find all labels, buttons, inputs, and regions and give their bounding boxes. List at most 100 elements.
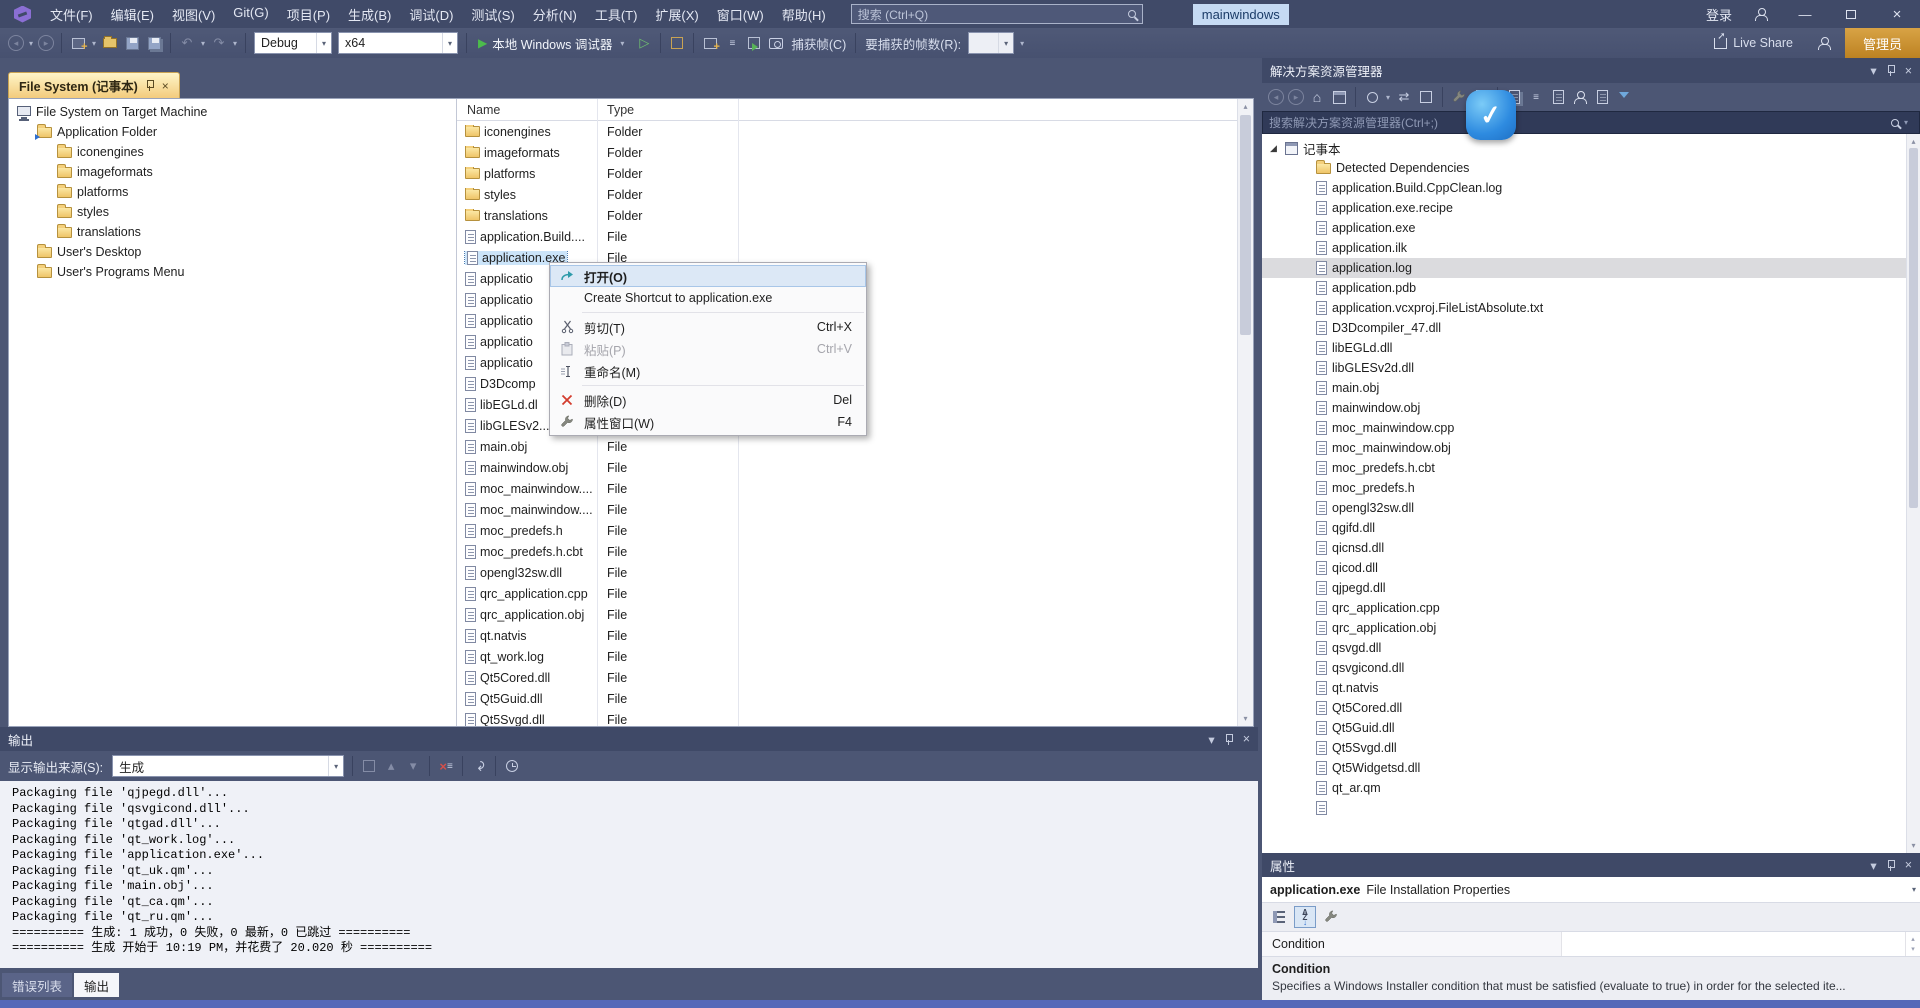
build-selection-button[interactable] xyxy=(743,32,765,54)
fs-tree-item[interactable]: platforms xyxy=(9,182,456,202)
menu-item-2[interactable]: 编辑(E) xyxy=(102,0,163,29)
search-options-dropdown[interactable] xyxy=(1899,118,1913,127)
context-menu-item[interactable]: 剪切(T)Ctrl+X xyxy=(550,316,866,338)
solution-tree-item[interactable]: libEGLd.dll xyxy=(1262,338,1920,358)
capture-frame-label[interactable]: 捕获帧(C) xyxy=(787,34,850,53)
start-debugging-button[interactable]: ▶ 本地 Windows 调试器 xyxy=(472,31,633,55)
navigate-back-dropdown[interactable] xyxy=(26,39,36,48)
scroll-down-icon[interactable] xyxy=(1238,711,1253,726)
solution-tree-item[interactable]: application.Build.CppClean.log xyxy=(1262,178,1920,198)
file-list-row[interactable]: imageformatsFolder xyxy=(457,142,1237,163)
file-list-row[interactable]: Qt5Cored.dllFile xyxy=(457,667,1237,688)
property-grid-scrollbar[interactable] xyxy=(1905,932,1920,956)
fs-tree-item[interactable]: translations xyxy=(9,222,456,242)
property-value-condition[interactable] xyxy=(1562,932,1905,956)
file-list-row[interactable]: opengl32sw.dllFile xyxy=(457,562,1237,583)
fs-tree-item[interactable]: iconengines xyxy=(9,142,456,162)
close-icon[interactable] xyxy=(1905,858,1912,872)
quick-search-box[interactable]: 搜索 (Ctrl+Q) xyxy=(851,4,1143,24)
properties-object-combo[interactable]: application.exe File Installation Proper… xyxy=(1262,877,1920,903)
pin-icon[interactable] xyxy=(146,80,154,91)
property-row-condition[interactable]: Condition xyxy=(1262,932,1562,956)
solution-tree-item[interactable] xyxy=(1262,798,1920,818)
menu-item-7[interactable]: 调试(D) xyxy=(400,0,462,29)
menu-item-13[interactable]: 帮助(H) xyxy=(773,0,835,29)
fs-tree-item[interactable]: User's Desktop xyxy=(9,242,456,262)
list-view-button[interactable] xyxy=(721,32,743,54)
fs-tree-item[interactable]: Application Folder xyxy=(9,122,456,142)
solution-tree-item[interactable]: qrc_application.cpp xyxy=(1262,598,1920,618)
scroll-thumb[interactable] xyxy=(1240,115,1251,335)
pin-icon[interactable] xyxy=(1887,860,1895,871)
menu-item-3[interactable]: 视图(V) xyxy=(163,0,224,29)
back-button[interactable] xyxy=(1268,89,1284,105)
add-item-button[interactable] xyxy=(1547,86,1569,108)
view-code-button[interactable] xyxy=(1525,86,1547,108)
next-message-button[interactable] xyxy=(402,755,424,777)
scroll-up-icon[interactable] xyxy=(1907,134,1920,149)
solution-tree-item[interactable]: Qt5Cored.dll xyxy=(1262,698,1920,718)
solution-tree-item[interactable]: qjpegd.dll xyxy=(1262,578,1920,598)
solution-tree-item[interactable]: mainwindow.obj xyxy=(1262,398,1920,418)
context-menu-item[interactable]: 属性窗口(W)F4 xyxy=(550,411,866,433)
file-list-row[interactable]: translationsFolder xyxy=(457,205,1237,226)
file-list-row[interactable]: stylesFolder xyxy=(457,184,1237,205)
file-list-scrollbar[interactable] xyxy=(1237,99,1253,726)
home-button[interactable] xyxy=(1306,86,1328,108)
tab-file-system[interactable]: File System (记事本) xyxy=(8,72,180,98)
toolbar-overflow-button[interactable] xyxy=(1017,39,1027,48)
previous-message-button[interactable] xyxy=(380,755,402,777)
switch-views-button[interactable] xyxy=(1328,86,1350,108)
solution-tree-item[interactable]: qsvgd.dll xyxy=(1262,638,1920,658)
start-without-debugging-button[interactable]: ▷ xyxy=(633,32,655,54)
sign-in-button[interactable]: 登录 xyxy=(1698,5,1740,24)
file-list-row[interactable]: qt_work.logFile xyxy=(457,646,1237,667)
close-icon[interactable] xyxy=(1905,64,1912,78)
solution-tree-item[interactable]: D3Dcompiler_47.dll xyxy=(1262,318,1920,338)
solution-tree-item[interactable]: libGLESv2d.dll xyxy=(1262,358,1920,378)
solution-configuration-combo[interactable]: Debug xyxy=(254,32,332,54)
file-list-row[interactable]: application.Build....File xyxy=(457,226,1237,247)
window-position-icon[interactable] xyxy=(1870,63,1876,78)
context-menu-item[interactable]: 重命名(M) xyxy=(550,360,866,382)
new-project-button[interactable] xyxy=(67,32,89,54)
window-layout-button[interactable] xyxy=(699,32,721,54)
capture-frame-button[interactable] xyxy=(765,32,787,54)
solution-tree-item[interactable]: Qt5Svgd.dll xyxy=(1262,738,1920,758)
new-project-dropdown[interactable] xyxy=(89,39,99,48)
file-list-row[interactable]: moc_mainwindow....File xyxy=(457,499,1237,520)
close-tab-icon[interactable] xyxy=(162,79,169,93)
tab-错误列表[interactable]: 错误列表 xyxy=(2,973,72,997)
scroll-thumb[interactable] xyxy=(1909,148,1918,508)
solution-tree-item[interactable]: Qt5Widgetsd.dll xyxy=(1262,758,1920,778)
word-wrap-button[interactable] xyxy=(468,755,490,777)
solution-platform-combo[interactable]: x64 xyxy=(338,32,458,54)
solution-tree-item[interactable]: qgifd.dll xyxy=(1262,518,1920,538)
alphabetical-button[interactable]: AZ xyxy=(1294,906,1316,928)
menu-item-8[interactable]: 测试(S) xyxy=(462,0,523,29)
file-list-row[interactable]: platformsFolder xyxy=(457,163,1237,184)
solution-tree-item[interactable]: application.exe.recipe xyxy=(1262,198,1920,218)
file-list-row[interactable]: mainwindow.objFile xyxy=(457,457,1237,478)
file-list-row[interactable]: moc_mainwindow....File xyxy=(457,478,1237,499)
solution-tree-item[interactable]: qicnsd.dll xyxy=(1262,538,1920,558)
output-header[interactable]: 输出 xyxy=(0,727,1258,751)
menu-item-1[interactable]: 文件(F) xyxy=(41,0,102,29)
undo-button[interactable] xyxy=(176,32,198,54)
file-list-row[interactable]: iconenginesFolder xyxy=(457,121,1237,142)
live-share-button[interactable]: Live Share xyxy=(1704,36,1803,50)
open-file-button[interactable] xyxy=(99,32,121,54)
edit-file-button[interactable] xyxy=(1591,86,1613,108)
clear-all-button[interactable] xyxy=(435,755,457,777)
floating-overlay-badge[interactable] xyxy=(1466,90,1516,140)
solution-tree-item[interactable]: moc_mainwindow.obj xyxy=(1262,438,1920,458)
scroll-up-icon[interactable] xyxy=(1238,99,1253,114)
solution-tree-item[interactable]: qrc_application.obj xyxy=(1262,618,1920,638)
output-log[interactable]: Packaging file 'qjpegd.dll'...Packaging … xyxy=(0,781,1258,968)
pin-icon[interactable] xyxy=(1887,65,1895,76)
solution-tree-item[interactable]: application.exe xyxy=(1262,218,1920,238)
file-list-row[interactable]: moc_predefs.hFile xyxy=(457,520,1237,541)
solution-tree-item[interactable]: main.obj xyxy=(1262,378,1920,398)
pending-changes-filter-button[interactable] xyxy=(1361,86,1383,108)
menu-item-11[interactable]: 扩展(X) xyxy=(646,0,707,29)
